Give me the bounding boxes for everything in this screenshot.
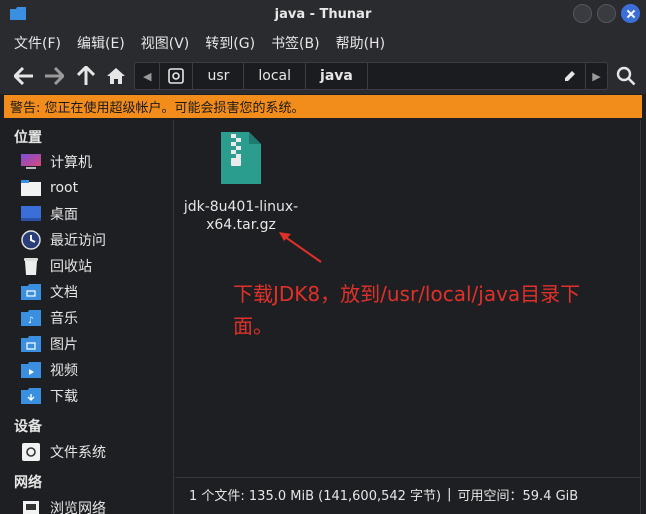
path-segment-local[interactable]: local	[244, 63, 307, 89]
drive-icon	[22, 443, 40, 461]
path-segment-java[interactable]: java	[306, 63, 368, 89]
minimize-button[interactable]	[573, 4, 592, 23]
menu-bookmarks[interactable]: 书签(B)	[263, 33, 328, 53]
arrow-up-icon	[77, 66, 95, 85]
edit-icon[interactable]	[563, 69, 577, 83]
folder-icon	[10, 7, 26, 20]
sidebar-item-recent[interactable]: 最近访问	[20, 228, 106, 252]
status-bar: 1 个文件: 135.0 MiB (141,600,542 字节) | 可用空间…	[175, 477, 640, 510]
drive-icon	[168, 68, 185, 84]
path-segment-usr[interactable]: usr	[193, 63, 245, 89]
maximize-button[interactable]	[597, 4, 616, 23]
svg-text:♪: ♪	[28, 316, 34, 326]
sidebar-item-trash[interactable]: 回收站	[20, 254, 92, 278]
annotation-arrow	[279, 232, 322, 263]
archive-file-icon	[221, 132, 261, 184]
menu-bar: 文件(F) 编辑(E) 视图(V) 转到(G) 书签(B) 帮助(H)	[0, 28, 646, 58]
menu-file[interactable]: 文件(F)	[6, 33, 69, 53]
up-button[interactable]	[74, 64, 98, 88]
network-icon	[23, 501, 39, 514]
path-bar: ◀ usr local java ▶	[134, 62, 608, 90]
annotation-text: 下载JDK8，放到/usr/local/java目录下 面。	[233, 282, 581, 338]
path-scroll-left[interactable]: ◀	[135, 63, 161, 89]
sidebar-item-browse-network[interactable]: 浏览网络	[20, 496, 106, 514]
forward-button[interactable]	[42, 64, 66, 88]
downloads-folder-icon	[21, 388, 41, 404]
sidebar-item-pictures[interactable]: 图片	[20, 332, 78, 356]
places-heading: 位置	[14, 130, 42, 146]
sidebar-item-downloads[interactable]: 下载	[20, 384, 78, 408]
window-edge	[640, 120, 646, 514]
status-files: 1 个文件: 135.0 MiB (141,600,542 字节)	[189, 488, 442, 504]
search-button[interactable]	[614, 64, 638, 88]
file-name: jdk-8u401-linux- x64.tar.gz	[183, 199, 299, 233]
home-icon	[107, 68, 125, 84]
videos-folder-icon	[21, 362, 41, 378]
sidebar-item-computer[interactable]: 计算机	[20, 150, 92, 174]
devices-heading: 设备	[14, 419, 42, 435]
close-button[interactable]	[621, 4, 640, 23]
menu-edit[interactable]: 编辑(E)	[69, 33, 133, 53]
menu-go[interactable]: 转到(G)	[197, 33, 263, 53]
sidebar-item-documents[interactable]: 文档	[20, 280, 78, 304]
sidebar-item-music[interactable]: ♪ 音乐	[20, 306, 78, 330]
sidebar: 位置 计算机 root 桌面 最近访问 回收站 文档 ♪ 音乐 图片 视频 下载…	[0, 120, 174, 514]
file-view: jdk-8u401-linux- x64.tar.gz 下载JDK8，放到/us…	[175, 120, 640, 476]
search-icon	[616, 66, 636, 86]
sidebar-item-root[interactable]: root	[20, 176, 78, 200]
path-scroll-right[interactable]: ▶	[585, 63, 607, 89]
music-folder-icon: ♪	[21, 310, 41, 326]
file-item[interactable]: jdk-8u401-linux- x64.tar.gz	[183, 130, 299, 234]
sidebar-item-videos[interactable]: 视频	[20, 358, 78, 382]
home-folder-icon	[21, 180, 41, 196]
toolbar: ◀ usr local java ▶	[0, 58, 646, 94]
root-warning-bar: 警告: 您正在使用超级帐户。可能会损害您的系统。	[4, 95, 642, 118]
desktop-icon	[21, 206, 41, 221]
pictures-folder-icon	[21, 336, 41, 352]
path-root[interactable]	[160, 63, 194, 89]
sidebar-item-filesystem[interactable]: 文件系统	[20, 440, 106, 464]
status-free-space: 可用空间：59.4 GiB	[457, 488, 579, 504]
trash-icon	[24, 258, 38, 275]
arrow-left-icon	[14, 67, 33, 85]
home-button[interactable]	[104, 64, 128, 88]
documents-folder-icon	[21, 284, 41, 300]
network-heading: 网络	[14, 475, 42, 491]
window-title: java - Thunar	[274, 6, 372, 22]
back-button[interactable]	[12, 64, 36, 88]
status-separator: |	[447, 486, 452, 502]
sidebar-item-desktop[interactable]: 桌面	[20, 202, 78, 226]
arrow-right-icon	[45, 67, 64, 85]
clock-icon	[21, 230, 41, 250]
menu-view[interactable]: 视图(V)	[133, 33, 198, 53]
computer-icon	[21, 154, 41, 169]
title-bar: java - Thunar	[0, 0, 646, 28]
menu-help[interactable]: 帮助(H)	[328, 33, 393, 53]
